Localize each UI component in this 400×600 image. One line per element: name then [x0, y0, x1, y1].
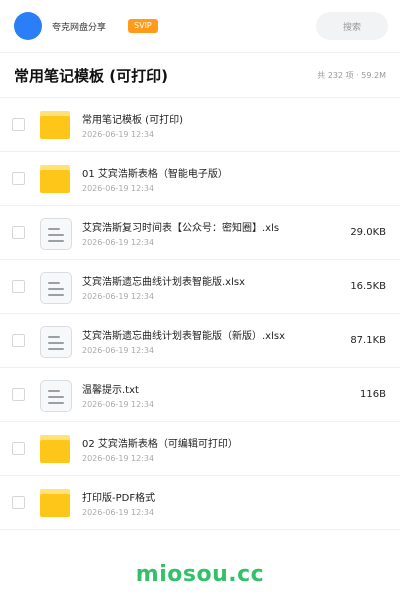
file-row[interactable]: 艾宾浩斯遗忘曲线计划表智能版（新版）.xlsx 2026-06-19 12:34 8…	[0, 314, 400, 368]
file-info: 打印版-PDF格式 2026-06-19 12:34	[82, 489, 386, 517]
file-row[interactable]: 打印版-PDF格式 2026-06-19 12:34	[0, 476, 400, 530]
file-info: 温馨提示.txt 2026-06-19 12:34	[82, 381, 354, 409]
search-label: 搜索	[342, 22, 361, 33]
file-name: 常用笔记模板 (可打印)	[82, 114, 183, 126]
row-checkbox[interactable]	[12, 172, 25, 185]
file-name: 打印版-PDF格式	[82, 492, 156, 504]
row-checkbox[interactable]	[12, 334, 25, 347]
document-icon	[38, 378, 72, 412]
file-info: 艾宾浩斯遗忘曲线计划表智能版（新版）.xlsx 2026-06-19 12:34	[82, 327, 344, 355]
folder-meta: 共 232 项 · 59.2M	[317, 70, 386, 80]
row-checkbox[interactable]	[12, 118, 25, 131]
file-row[interactable]: 艾宾浩斯复习时间表【公众号：密知圈】.xls 2026-06-19 12:34 29…	[0, 206, 400, 260]
file-info: 常用笔记模板 (可打印) 2026-06-19 12:34	[82, 111, 386, 139]
file-name: 01 艾宾浩斯表格（智能电子版）	[82, 168, 228, 180]
file-list: 常用笔记模板 (可打印) 2026-06-19 12:34 01 艾宾浩斯表格（智能…	[0, 98, 400, 530]
file-info: 艾宾浩斯复习时间表【公众号：密知圈】.xls 2026-06-19 12:34	[82, 219, 344, 247]
row-checkbox[interactable]	[12, 226, 25, 239]
file-name: 艾宾浩斯遗忘曲线计划表智能版（新版）.xlsx	[82, 330, 286, 342]
file-date: 2026-06-19 12:34	[82, 507, 155, 517]
svip-badge: SVIP	[128, 19, 158, 33]
document-icon	[38, 216, 72, 250]
file-name: 温馨提示.txt	[82, 384, 139, 396]
watermark: miosou.cc	[135, 562, 265, 587]
row-checkbox[interactable]	[12, 280, 25, 293]
file-row[interactable]: 02 艾宾浩斯表格（可编辑可打印） 2026-06-19 12:34	[0, 422, 400, 476]
file-size: 16.5KB	[350, 281, 386, 292]
file-date: 2026-06-19 12:34	[82, 237, 155, 247]
search-button[interactable]: 搜索	[316, 12, 388, 40]
document-icon	[38, 270, 72, 304]
file-info: 02 艾宾浩斯表格（可编辑可打印） 2026-06-19 12:34	[82, 435, 386, 463]
file-date: 2026-06-19 12:34	[82, 345, 155, 355]
file-date: 2026-06-19 12:34	[82, 291, 155, 301]
file-row[interactable]: 温馨提示.txt 2026-06-19 12:34 116B	[0, 368, 400, 422]
folder-icon	[38, 162, 72, 196]
file-name: 02 艾宾浩斯表格（可编辑可打印）	[82, 438, 238, 450]
folder-icon	[38, 486, 72, 520]
page-title: 常用笔记模板 (可打印)	[14, 66, 168, 85]
row-checkbox[interactable]	[12, 496, 25, 509]
file-date: 2026-06-19 12:34	[82, 183, 155, 193]
file-size: 29.0KB	[350, 227, 386, 238]
app-name: 夸克网盘分享	[52, 22, 107, 33]
folder-icon	[38, 432, 72, 466]
file-size: 116B	[360, 389, 386, 400]
file-date: 2026-06-19 12:34	[82, 453, 155, 463]
file-size: 87.1KB	[350, 335, 386, 346]
file-row[interactable]: 艾宾浩斯遗忘曲线计划表智能版.xlsx 2026-06-19 12:34 16.5K…	[0, 260, 400, 314]
row-checkbox[interactable]	[12, 442, 25, 455]
file-info: 艾宾浩斯遗忘曲线计划表智能版.xlsx 2026-06-19 12:34	[82, 273, 344, 301]
avatar[interactable]	[14, 12, 42, 40]
file-name: 艾宾浩斯复习时间表【公众号：密知圈】.xls	[82, 222, 280, 234]
header: 夸克网盘分享 SVIP 搜索	[0, 0, 400, 52]
file-name: 艾宾浩斯遗忘曲线计划表智能版.xlsx	[82, 276, 246, 288]
file-info: 01 艾宾浩斯表格（智能电子版） 2026-06-19 12:34	[82, 165, 386, 193]
file-date: 2026-06-19 12:34	[82, 129, 155, 139]
folder-icon	[38, 108, 72, 142]
file-row[interactable]: 01 艾宾浩斯表格（智能电子版） 2026-06-19 12:34	[0, 152, 400, 206]
document-icon	[38, 324, 72, 358]
file-date: 2026-06-19 12:34	[82, 399, 155, 409]
folder-title-bar: 常用笔记模板 (可打印) 共 232 项 · 59.2M	[0, 52, 400, 98]
row-checkbox[interactable]	[12, 388, 25, 401]
file-row[interactable]: 常用笔记模板 (可打印) 2026-06-19 12:34	[0, 98, 400, 152]
